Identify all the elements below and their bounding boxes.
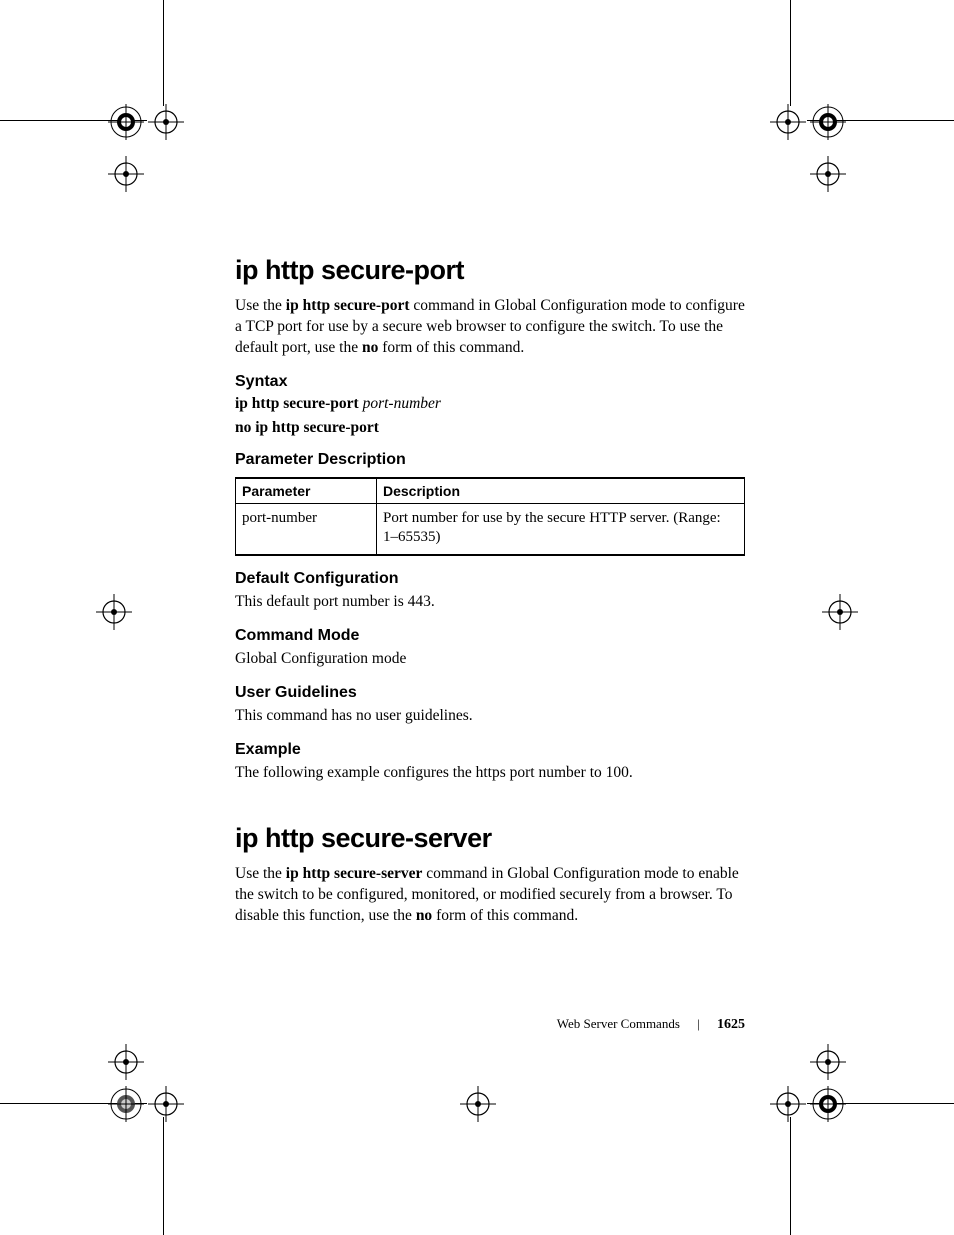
- registration-mark-icon: [108, 104, 144, 140]
- parameter-table: Parameter Description port-number Port n…: [235, 477, 745, 556]
- crosshair-icon: [96, 594, 132, 630]
- td-description: Port number for use by the secure HTTP s…: [377, 503, 745, 555]
- command-title-2: ip http secure-server: [235, 823, 745, 854]
- crosshair-icon: [460, 1086, 496, 1122]
- crosshair-icon: [810, 156, 846, 192]
- crosshair-icon: [810, 1044, 846, 1080]
- crosshair-icon: [770, 104, 806, 140]
- table-row: port-number Port number for use by the s…: [236, 503, 745, 555]
- parameter-description-heading: Parameter Description: [235, 451, 745, 469]
- syntax-no-line: no ip http secure-port: [235, 419, 745, 437]
- example-body: The following example configures the htt…: [235, 763, 745, 784]
- crosshair-icon: [148, 104, 184, 140]
- command-mode-heading: Command Mode: [235, 627, 745, 645]
- crosshair-icon: [822, 594, 858, 630]
- registration-mark-icon: [108, 1086, 144, 1122]
- command-title: ip http secure-port: [235, 255, 745, 286]
- footer-separator: |: [697, 1016, 700, 1031]
- intro-paragraph: Use the ip http secure-port command in G…: [235, 296, 745, 359]
- example-heading: Example: [235, 741, 745, 759]
- td-parameter: port-number: [236, 503, 377, 555]
- default-config-body: This default port number is 443.: [235, 592, 745, 613]
- user-guidelines-body: This command has no user guidelines.: [235, 706, 745, 727]
- table-header-row: Parameter Description: [236, 478, 745, 504]
- th-description: Description: [377, 478, 745, 504]
- command-mode-body: Global Configuration mode: [235, 649, 745, 670]
- footer-section: Web Server Commands: [557, 1016, 680, 1031]
- crosshair-icon: [108, 1044, 144, 1080]
- page-content: ip http secure-port Use the ip http secu…: [235, 255, 745, 941]
- crosshair-icon: [148, 1086, 184, 1122]
- registration-mark-icon: [810, 104, 846, 140]
- crosshair-icon: [108, 156, 144, 192]
- syntax-heading: Syntax: [235, 373, 745, 391]
- crosshair-icon: [770, 1086, 806, 1122]
- registration-mark-icon: [810, 1086, 846, 1122]
- intro-paragraph-2: Use the ip http secure-server command in…: [235, 864, 745, 927]
- th-parameter: Parameter: [236, 478, 377, 504]
- syntax-line: ip http secure-port port-number: [235, 395, 745, 413]
- user-guidelines-heading: User Guidelines: [235, 684, 745, 702]
- page-number: 1625: [717, 1017, 745, 1032]
- default-config-heading: Default Configuration: [235, 570, 745, 588]
- page-footer: Web Server Commands | 1625: [235, 1016, 745, 1033]
